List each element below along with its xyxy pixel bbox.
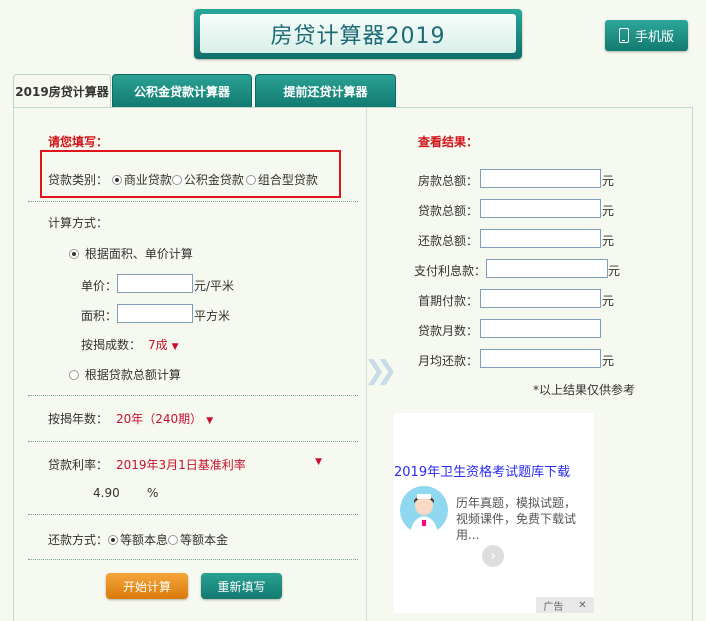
dotted-divider: [28, 441, 358, 442]
years-value: 20年（240期）: [116, 412, 203, 426]
result-label: 首期付款：: [418, 294, 479, 308]
unit-price-label: 单价：: [81, 279, 118, 293]
result-label: 支付利息款：: [414, 264, 487, 278]
rate-label: 贷款利率：: [48, 458, 109, 472]
ad-banner[interactable]: 2019年卫生资格考试题库下载 历年真题，模拟试题，视频课件，免费下载试用...…: [394, 413, 594, 613]
result-label: 贷款月数：: [418, 324, 479, 338]
page-title: 房贷计算器2019: [200, 14, 516, 53]
rate-select[interactable]: 2019年3月1日基准利率 ▼: [116, 456, 326, 473]
fund-loan-label: 公积金贷款: [183, 173, 244, 187]
mortgage-ratio-label: 按揭成数：: [81, 338, 142, 352]
chevron-right-icon[interactable]: ›: [482, 545, 504, 567]
commercial-loan-label: 商业贷款: [123, 173, 172, 187]
result-loan-total[interactable]: [480, 199, 601, 218]
area-unit: 平方米: [194, 309, 231, 323]
result-interest[interactable]: [486, 259, 608, 278]
result-total-price[interactable]: [480, 169, 601, 188]
result-label: 贷款总额：: [418, 204, 479, 218]
radio-method-total[interactable]: [69, 370, 79, 380]
fill-hint: 请您填写：: [48, 135, 109, 149]
rate-unit: %: [147, 486, 159, 500]
unit-price-unit: 元/平米: [194, 279, 235, 293]
dropdown-caret-icon: ▼: [315, 457, 322, 467]
result-months[interactable]: [480, 319, 601, 338]
tab-prepayment-calculator[interactable]: 提前还贷计算器: [255, 74, 396, 108]
mortgage-ratio-value: 7成: [148, 338, 168, 352]
nurse-avatar: [400, 486, 448, 534]
dotted-divider: [28, 559, 358, 560]
ad-title[interactable]: 2019年卫生资格考试题库下载: [394, 461, 570, 480]
radio-combined-loan[interactable]: [245, 175, 256, 185]
radio-equal-principal[interactable]: [168, 535, 179, 545]
result-unit: 元: [608, 264, 621, 278]
result-label: 月均还款：: [418, 354, 479, 368]
reset-button[interactable]: 重新填写: [201, 573, 282, 599]
mobile-version-button[interactable]: 手机版: [605, 20, 688, 51]
area-label: 面积：: [81, 309, 118, 323]
result-down-payment[interactable]: [480, 289, 601, 308]
repay-row: 还款方式： 等额本息 等额本金: [48, 531, 228, 548]
years-select[interactable]: 20年（240期） ▼: [116, 410, 213, 427]
result-label: 房款总额：: [418, 174, 479, 188]
tab-mortgage-calculator[interactable]: 2019房贷计算器: [13, 74, 111, 108]
result-label: 还款总额：: [418, 234, 479, 248]
mobile-label: 手机版: [634, 30, 674, 45]
phone-icon: [618, 28, 629, 43]
rate-number[interactable]: 4.90: [93, 486, 120, 500]
result-repay-total[interactable]: [480, 229, 601, 248]
title-banner: 房贷计算器2019: [194, 9, 522, 59]
close-icon[interactable]: ✕: [578, 600, 586, 611]
result-unit: 元: [602, 234, 615, 248]
loan-type-label: 贷款类别：: [48, 173, 109, 187]
calc-method-label: 计算方式：: [48, 216, 109, 230]
area-input[interactable]: [117, 304, 193, 323]
result-unit: 元: [602, 294, 615, 308]
mortgage-ratio-select[interactable]: 7成 ▼: [148, 336, 179, 353]
radio-fund-loan[interactable]: [171, 175, 182, 185]
method-area-row: 根据面积、单价计算: [69, 245, 193, 262]
method-area-label: 根据面积、单价计算: [84, 247, 193, 261]
result-unit: 元: [602, 204, 615, 218]
method-total-row: 根据贷款总额计算: [69, 366, 181, 383]
results-note: *以上结果仅供参考: [533, 383, 636, 397]
dotted-divider: [28, 395, 358, 396]
dotted-divider: [28, 201, 358, 202]
result-monthly-payment[interactable]: [480, 349, 601, 368]
equal-principal-label: 等额本金: [180, 533, 229, 547]
dotted-divider: [28, 514, 358, 515]
radio-equal-installment[interactable]: [108, 535, 119, 545]
result-unit: 元: [602, 354, 615, 368]
ad-text: 历年真题，模拟试题，视频课件，免费下载试用...: [456, 496, 577, 542]
years-label: 按揭年数：: [48, 412, 109, 426]
rate-value: 2019年3月1日基准利率: [116, 458, 246, 472]
radio-method-area[interactable]: [69, 249, 79, 259]
dropdown-caret-icon: ▼: [171, 342, 179, 352]
unit-price-input[interactable]: [117, 274, 193, 293]
combined-loan-label: 组合型贷款: [257, 173, 318, 187]
arrow-icon: ❯❯: [364, 356, 397, 386]
result-unit: 元: [602, 174, 615, 188]
dropdown-caret-icon: ▼: [206, 416, 214, 426]
radio-commercial-loan[interactable]: [111, 175, 122, 185]
ad-tag: 广告 ✕: [536, 597, 594, 613]
start-calc-button[interactable]: 开始计算: [106, 573, 188, 599]
method-total-label: 根据贷款总额计算: [84, 368, 181, 382]
equal-installment-label: 等额本息: [120, 533, 169, 547]
ad-label: 广告: [543, 601, 564, 613]
loan-type-row: 贷款类别： 商业贷款 公积金贷款 组合型贷款: [48, 171, 318, 188]
repay-label: 还款方式：: [48, 533, 109, 547]
results-title: 查看结果：: [418, 135, 479, 149]
tab-fund-calculator[interactable]: 公积金贷款计算器: [112, 74, 252, 108]
